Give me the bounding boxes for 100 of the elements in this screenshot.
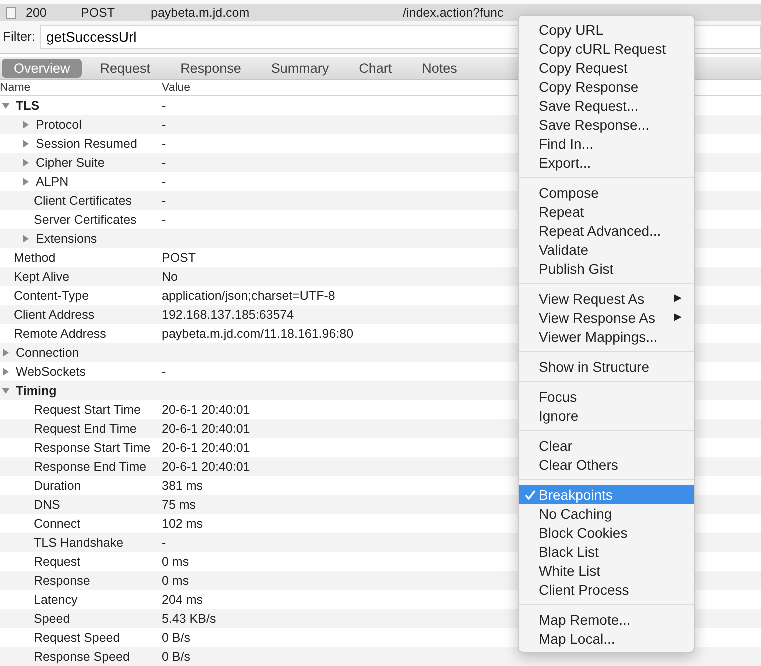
menu-item[interactable]: Black List	[519, 542, 694, 561]
column-header[interactable]: Name	[0, 82, 162, 94]
property-name: Method	[14, 250, 56, 264]
property-value: 20-6-1 20:40:01	[162, 440, 250, 454]
tab[interactable]: Request	[88, 58, 163, 78]
property-value: -	[162, 212, 166, 226]
property-value: 75 ms	[162, 498, 196, 512]
menu-item[interactable]: Show in Structure	[519, 357, 694, 376]
property-value: -	[162, 174, 166, 188]
property-name: Cipher Suite	[36, 156, 105, 170]
expand-triangle-icon[interactable]	[22, 234, 30, 242]
collapse-triangle-icon[interactable]	[2, 386, 10, 394]
property-name: TLS	[16, 98, 40, 112]
property-name: Server Certificates	[34, 212, 137, 226]
menu-item[interactable]: White List	[519, 561, 694, 580]
menu-item[interactable]: View Response As ▶	[519, 308, 694, 327]
property-name: Request	[34, 554, 81, 568]
property-value: -	[162, 194, 166, 208]
menu-item[interactable]: Map Local...	[519, 629, 694, 648]
status-code: 200	[26, 6, 48, 20]
property-value: 0 B/s	[162, 650, 190, 664]
menu-item[interactable]: Clear	[519, 436, 694, 455]
property-name: TLS Handshake	[34, 536, 124, 550]
menu-item[interactable]: Copy Response	[519, 77, 694, 96]
expand-triangle-icon[interactable]	[22, 120, 30, 128]
menu-item[interactable]: Compose	[519, 183, 694, 202]
property-value: -	[162, 98, 166, 112]
property-name: Connect	[34, 516, 81, 530]
property-value: -	[162, 364, 166, 378]
expand-triangle-icon[interactable]	[22, 158, 30, 166]
property-value: 20-6-1 20:40:01	[162, 460, 250, 474]
property-value: 381 ms	[162, 478, 203, 492]
expand-triangle-icon[interactable]	[2, 368, 10, 376]
property-name: Speed	[34, 612, 70, 626]
property-value: 102 ms	[162, 516, 203, 530]
property-name: Timing	[16, 384, 57, 398]
property-name: Client Address	[14, 308, 95, 322]
document-icon	[6, 7, 16, 20]
property-name: Kept Alive	[14, 270, 70, 284]
property-name: Response End Time	[34, 460, 147, 474]
property-name: Response	[34, 574, 90, 588]
tab[interactable]: Chart	[347, 58, 404, 78]
property-value: 0 B/s	[162, 630, 190, 644]
property-name: Session Resumed	[36, 136, 138, 150]
property-name: Latency	[34, 592, 78, 606]
property-value: -	[162, 156, 166, 170]
tab[interactable]: Notes	[410, 58, 470, 78]
property-value: -	[162, 536, 166, 550]
expand-triangle-icon[interactable]	[2, 348, 10, 356]
menu-item[interactable]: Map Remote...	[519, 610, 694, 629]
tab[interactable]: Response	[168, 58, 254, 78]
menu-item[interactable]: No Caching	[519, 504, 694, 523]
expand-triangle-icon[interactable]	[22, 140, 30, 148]
property-value: -	[162, 136, 166, 150]
property-value: paybeta.m.jd.com/11.18.161.96:80	[162, 326, 354, 340]
menu-item[interactable]: Validate	[519, 240, 694, 259]
menu-item[interactable]: Ignore	[519, 406, 694, 425]
property-value: 20-6-1 20:40:01	[162, 422, 250, 436]
menu-item[interactable]: Focus	[519, 387, 694, 406]
property-value: 0 ms	[162, 574, 190, 588]
menu-item[interactable]: Save Request...	[519, 96, 694, 115]
property-value: 192.168.137.185:63574	[162, 308, 294, 322]
filter-label: Filter:	[3, 29, 36, 44]
property-name: Request End Time	[34, 422, 137, 436]
property-name: Duration	[34, 478, 82, 492]
request-host: paybeta.m.jd.com	[151, 6, 251, 20]
column-header[interactable]: Value	[162, 82, 262, 94]
menu-item[interactable]: View Request As ▶	[519, 289, 694, 308]
menu-item[interactable]: Clear Others	[519, 455, 694, 474]
property-name: Response Speed	[34, 650, 130, 664]
collapse-triangle-icon[interactable]	[2, 102, 10, 110]
property-name: Client Certificates	[34, 194, 132, 208]
property-value: application/json;charset=UTF-8	[162, 288, 336, 302]
menu-item[interactable]: Publish Gist	[519, 259, 694, 278]
property-value: -	[162, 118, 166, 132]
property-value: 20-6-1 20:40:01	[162, 402, 250, 416]
property-value: No	[162, 270, 178, 284]
property-name: Extensions	[36, 232, 98, 246]
property-value: 5.43 KB/s	[162, 612, 216, 626]
menu-item[interactable]: Save Response...	[519, 115, 694, 134]
menu-item[interactable]: Repeat	[519, 202, 694, 221]
property-value: 0 ms	[162, 554, 190, 568]
menu-item[interactable]: Copy Request	[519, 58, 694, 77]
menu-item[interactable]: Repeat Advanced...	[519, 221, 694, 240]
property-name: Connection	[16, 346, 80, 360]
menu-item[interactable]: Viewer Mappings...	[519, 327, 694, 346]
property-value: POST	[162, 250, 196, 264]
menu-item[interactable]: Block Cookies	[519, 523, 694, 542]
menu-item[interactable]: Client Process	[519, 580, 694, 599]
property-name: DNS	[34, 498, 60, 512]
tab[interactable]: Summary	[259, 58, 342, 78]
property-name: Response Start Time	[34, 440, 151, 454]
menu-item[interactable]: Find In...	[519, 134, 694, 153]
request-method: POST	[81, 6, 116, 20]
menu-item[interactable]: Export...	[519, 153, 694, 172]
property-name: Request Start Time	[34, 402, 141, 416]
property-name: WebSockets	[16, 364, 86, 378]
property-name: Remote Address	[14, 326, 106, 340]
property-name: Protocol	[36, 118, 82, 132]
expand-triangle-icon[interactable]	[22, 178, 30, 186]
